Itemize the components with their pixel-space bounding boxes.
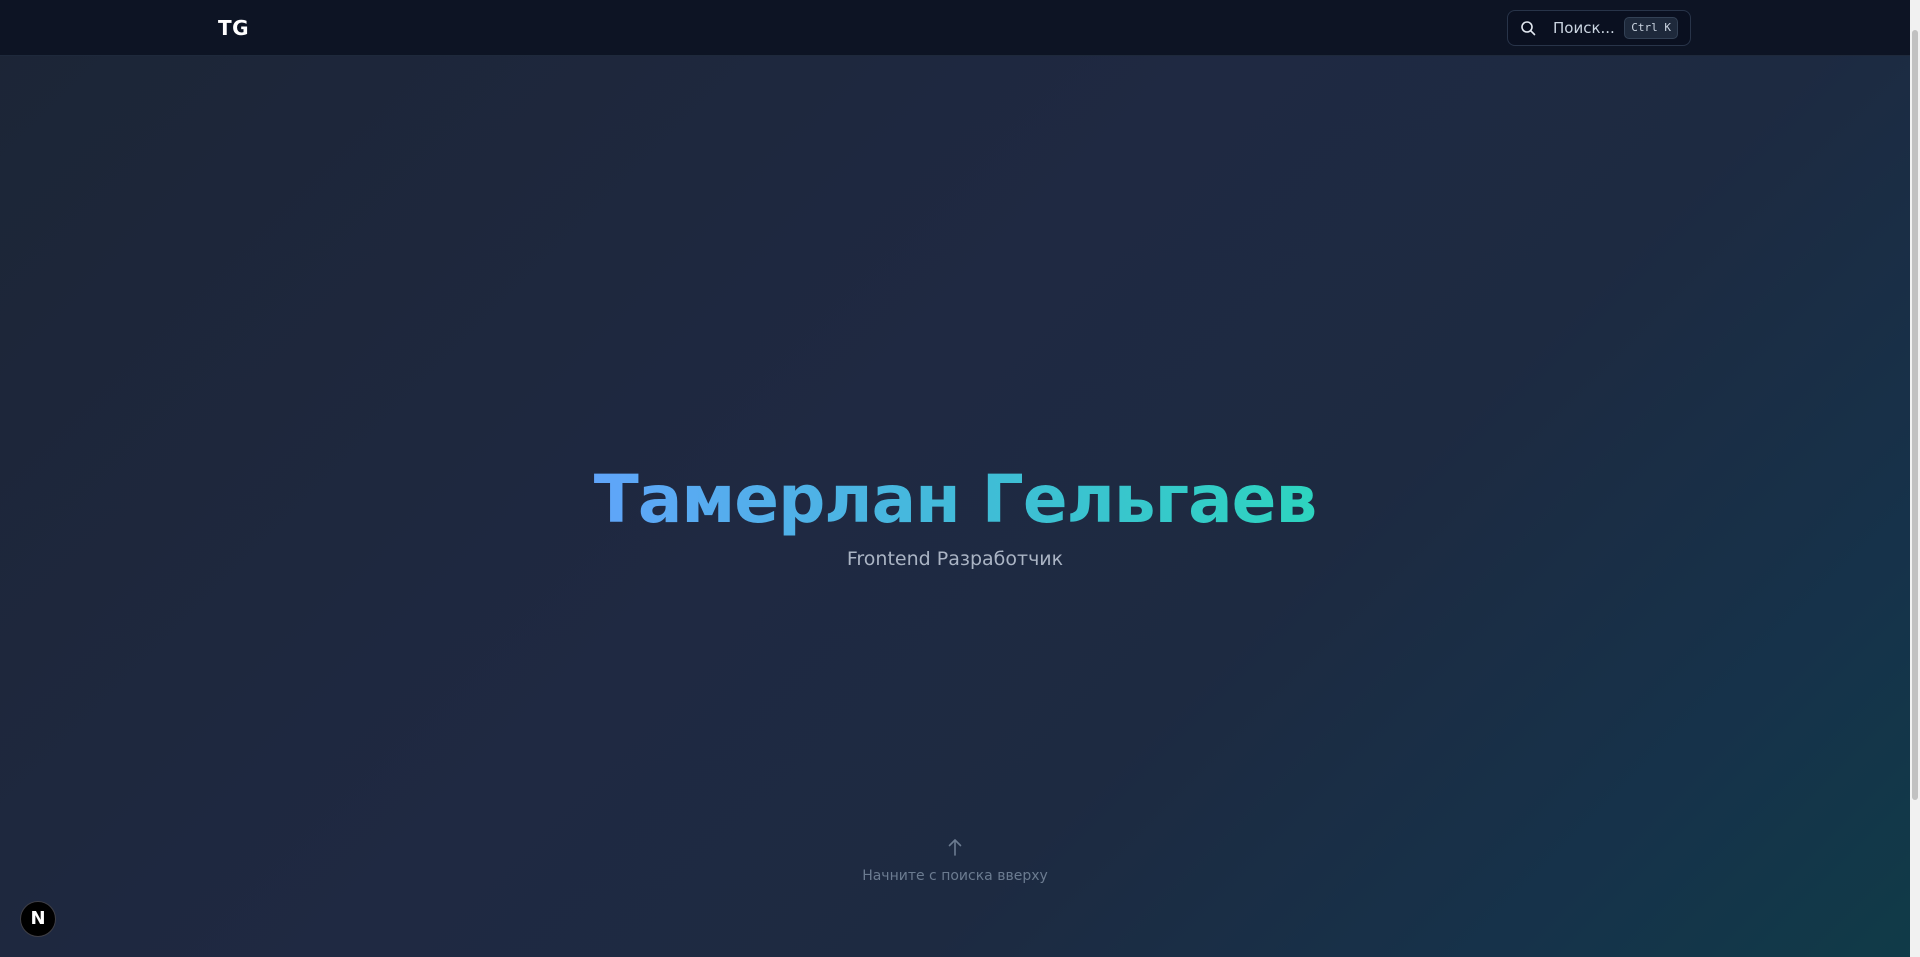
top-header: TG Поиск... Ctrl K <box>0 0 1910 56</box>
hero-title: Тамерлан Гельгаев <box>0 460 1910 540</box>
site-logo[interactable]: TG <box>218 16 249 40</box>
vertical-scrollbar[interactable] <box>1910 0 1920 957</box>
badge-label: N <box>30 908 46 929</box>
nextjs-icon[interactable]: N <box>20 901 56 937</box>
scroll-hint-text: Начните с поиска вверху <box>862 868 1048 884</box>
scrollbar-thumb[interactable] <box>1912 30 1918 800</box>
arrow-up-icon <box>948 839 962 856</box>
hero-subtitle: Frontend Разработчик <box>846 548 1064 570</box>
search-icon <box>1521 21 1536 36</box>
search-button[interactable]: Поиск... Ctrl K <box>1507 10 1691 46</box>
search-placeholder: Поиск... <box>1553 19 1615 37</box>
keyboard-shortcut-badge: Ctrl K <box>1624 17 1678 39</box>
hero-title-text: Тамерлан Гельгаев <box>593 461 1317 538</box>
